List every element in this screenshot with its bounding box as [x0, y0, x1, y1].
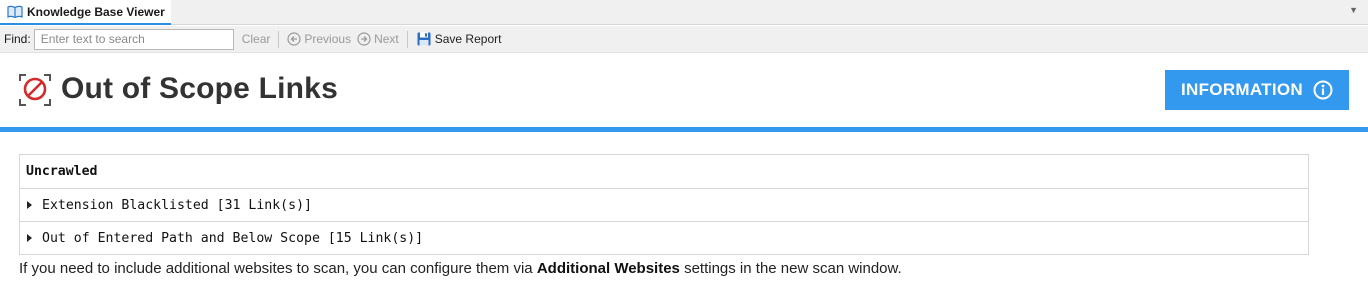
- table-row-label: Extension Blacklisted [31 Link(s)]: [42, 197, 312, 213]
- expand-arrow-icon[interactable]: [27, 234, 32, 242]
- information-button[interactable]: INFORMATION: [1165, 70, 1349, 110]
- tab-title: Knowledge Base Viewer: [27, 4, 165, 19]
- table-row[interactable]: Extension Blacklisted [31 Link(s)]: [20, 188, 1308, 221]
- tab-bar: Knowledge Base Viewer ▼: [0, 0, 1368, 25]
- next-button[interactable]: Next: [354, 29, 402, 50]
- tab-knowledge-base-viewer[interactable]: Knowledge Base Viewer: [0, 0, 171, 25]
- blocked-link-icon: [18, 73, 52, 107]
- expand-arrow-icon[interactable]: [27, 201, 32, 209]
- table-row-label: Out of Entered Path and Below Scope [15 …: [42, 230, 424, 246]
- save-report-button[interactable]: Save Report: [413, 29, 505, 50]
- search-input[interactable]: [33, 28, 234, 50]
- find-toolbar: Find: Clear Previous Next: [0, 26, 1368, 53]
- note-text-after: settings in the new scan window.: [679, 260, 902, 277]
- table-row[interactable]: Out of Entered Path and Below Scope [15 …: [20, 221, 1308, 254]
- clear-button[interactable]: Clear: [239, 29, 274, 50]
- book-icon: [7, 4, 23, 20]
- toolbar-divider: [406, 30, 408, 48]
- arrow-right-circle-icon: [357, 32, 371, 46]
- table-header: Uncrawled: [20, 155, 1308, 188]
- note-text-before: If you need to include additional websit…: [19, 260, 537, 277]
- header-divider: [0, 127, 1368, 132]
- information-button-label: INFORMATION: [1181, 80, 1303, 99]
- note-text-bold: Additional Websites: [536, 260, 680, 277]
- arrow-left-circle-icon: [287, 32, 301, 46]
- chevron-down-icon[interactable]: ▼: [1349, 5, 1358, 15]
- page-header: Out of Scope Links INFORMATION: [0, 54, 1368, 128]
- previous-button-label: Previous: [304, 32, 352, 46]
- footer-note: If you need to include additional websit…: [19, 260, 902, 277]
- table-heading: Uncrawled: [26, 164, 98, 179]
- toolbar-divider: [278, 30, 280, 48]
- next-button-label: Next: [374, 32, 399, 46]
- save-report-label: Save Report: [434, 32, 502, 46]
- uncrawled-table: Uncrawled Extension Blacklisted [31 Link…: [19, 154, 1309, 255]
- page-title: Out of Scope Links: [61, 72, 338, 105]
- clear-button-label: Clear: [241, 32, 271, 46]
- previous-button[interactable]: Previous: [284, 29, 354, 50]
- save-icon: [416, 31, 432, 47]
- find-label: Find:: [4, 32, 31, 46]
- info-circle-icon: [1313, 80, 1333, 100]
